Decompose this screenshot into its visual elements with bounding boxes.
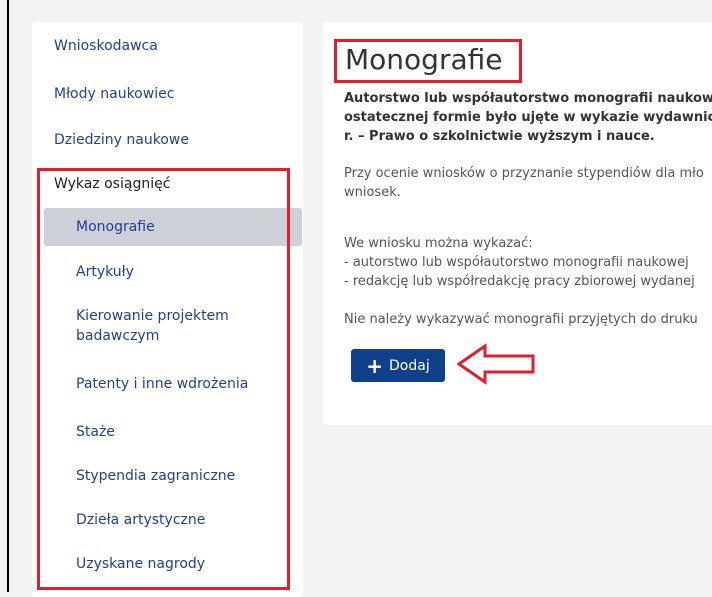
plus-icon: + (366, 353, 384, 378)
window-border (7, 0, 9, 592)
sidebar-item-uzyskane-nagrody[interactable]: Uzyskane nagrody (76, 554, 286, 574)
sidebar-item-staze[interactable]: Staże (76, 422, 286, 442)
paragraph-line: wniosek. (344, 185, 401, 200)
sidebar-item-label: Monografie (76, 219, 155, 235)
intro-line: Autorstwo lub współautorstwo monografii … (344, 91, 712, 106)
paragraph-line: - autorstwo lub współautorstwo monografi… (344, 255, 689, 270)
intro-bold-text: Autorstwo lub współautorstwo monografii … (344, 89, 712, 146)
sidebar-section-wykaz-osiagniec[interactable]: Wykaz osiągnięć (54, 174, 325, 194)
paragraph-line: - redakcję lub współredakcję pracy zbior… (344, 274, 695, 289)
sidebar-item-dziela-artystyczne[interactable]: Dzieła artystyczne (76, 510, 286, 530)
paragraph-line: We wniosku można wykazać: (344, 236, 533, 251)
intro-line: ostatecznej formie było ujęte w wykazie … (344, 110, 712, 125)
sidebar-item-stypendia-zagraniczne[interactable]: Stypendia zagraniczne (76, 466, 286, 486)
info-paragraph-3: Nie należy wykazywać monografii przyjęty… (344, 312, 698, 327)
sidebar-item-monografie[interactable]: Monografie (44, 208, 302, 246)
sidebar-item-artykuly[interactable]: Artykuły (76, 262, 286, 282)
add-button[interactable]: + Dodaj (351, 349, 445, 382)
add-button-label: Dodaj (389, 357, 430, 374)
sidebar-item-mlody-naukowiec[interactable]: Młody naukowiec (54, 84, 294, 104)
info-paragraph-2: We wniosku można wykazać: - autorstwo lu… (344, 234, 712, 291)
sidebar-item-patenty[interactable]: Patenty i inne wdrożenia (76, 374, 286, 394)
page-title: Monografie (345, 43, 503, 76)
intro-line: r. – Prawo o szkolnictwie wyższym i nauc… (344, 129, 655, 144)
sidebar-item-kierowanie-projektem[interactable]: Kierowanie projektem badawczym (76, 306, 286, 346)
sidebar: Wnioskodawca Młody naukowiec Dziedziny n… (32, 22, 303, 597)
info-paragraph-1: Przy ocenie wniosków o przyznanie stypen… (344, 164, 712, 202)
paragraph-line: Przy ocenie wniosków o przyznanie stypen… (344, 166, 704, 181)
arrow-left-icon (457, 343, 535, 385)
sidebar-item-wnioskodawca[interactable]: Wnioskodawca (54, 36, 294, 56)
sidebar-item-dziedziny-naukowe[interactable]: Dziedziny naukowe (54, 130, 294, 150)
